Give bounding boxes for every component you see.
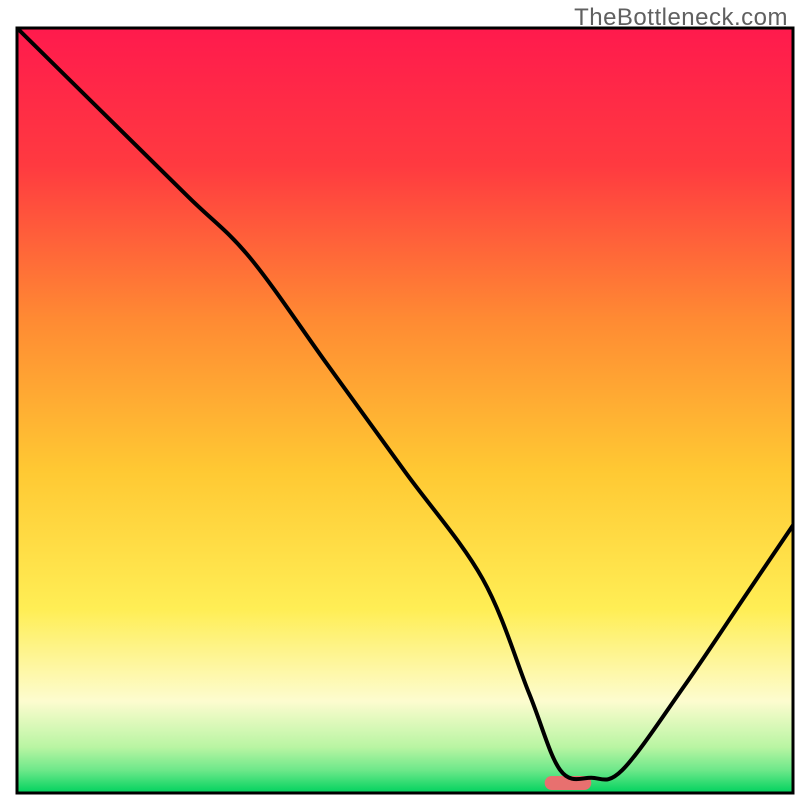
chart-container: TheBottleneck.com xyxy=(0,0,800,800)
watermark-text: TheBottleneck.com xyxy=(574,4,788,32)
bottleneck-chart xyxy=(0,0,800,800)
